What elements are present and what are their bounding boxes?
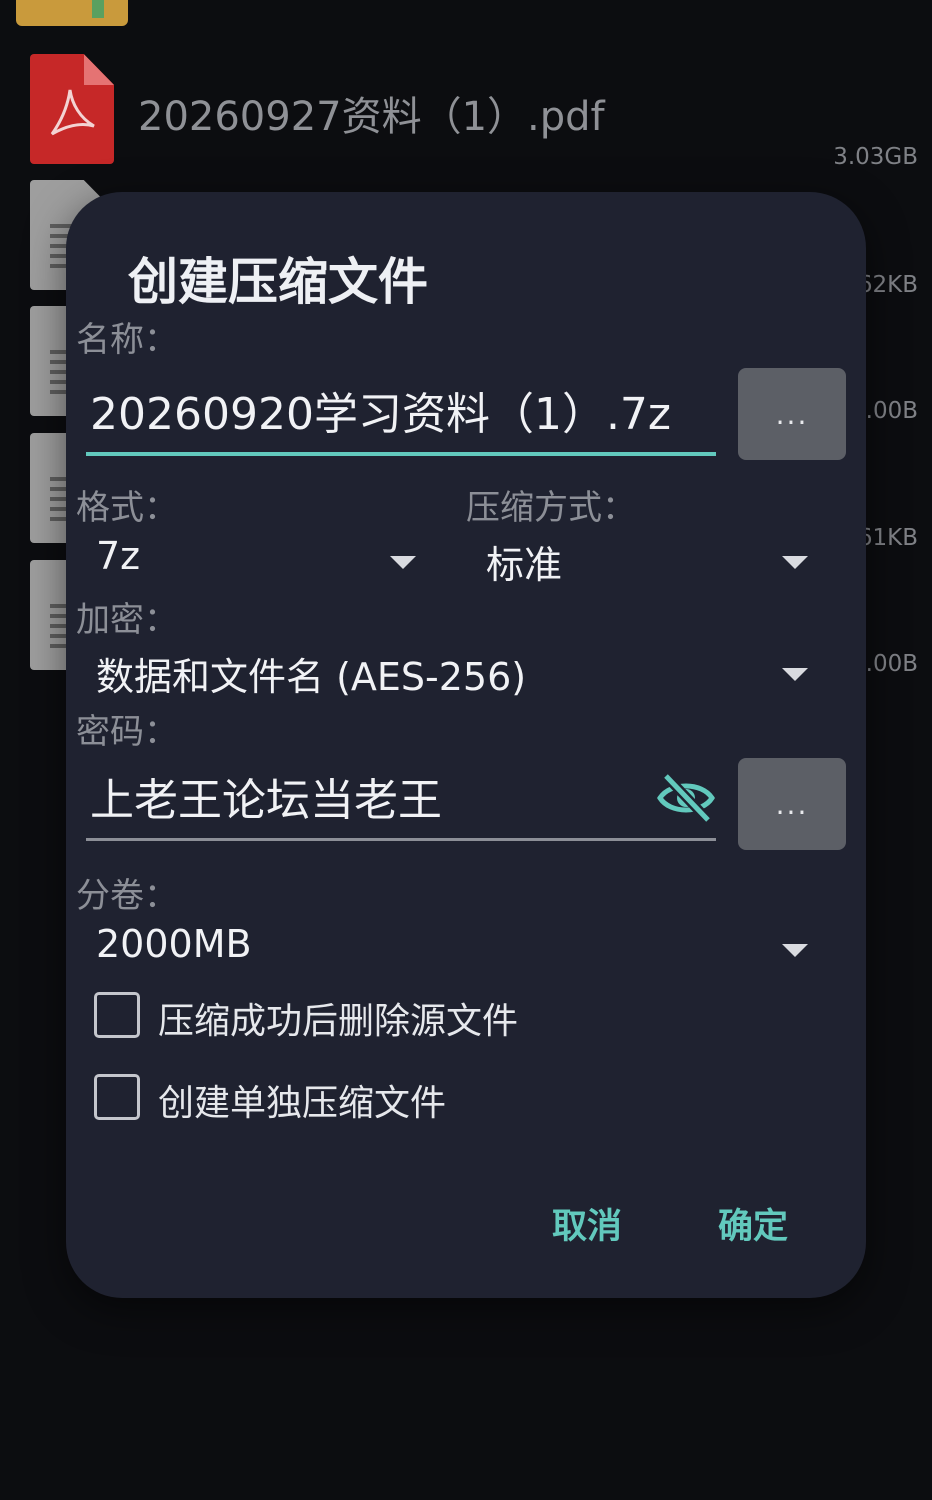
separate-archive-checkbox[interactable] bbox=[94, 1074, 140, 1120]
file-size: .00B bbox=[865, 398, 918, 424]
password-value: 上老王论坛当老王 bbox=[90, 775, 442, 826]
file-size: 3.03GB bbox=[833, 144, 918, 170]
file-size: .00B bbox=[865, 651, 918, 677]
create-archive-dialog: 创建压缩文件 名称： 20260920学习资料（1）.7z ... 格式： 压缩… bbox=[66, 192, 866, 1298]
separate-archive-label[interactable]: 创建单独压缩文件 bbox=[158, 1074, 446, 1126]
split-volume-select[interactable]: 2000MB bbox=[96, 916, 808, 976]
chevron-down-icon bbox=[782, 556, 808, 569]
format-value: 7z bbox=[96, 534, 141, 578]
eye-off-icon[interactable] bbox=[656, 772, 716, 828]
password-input[interactable]: 上老王论坛当老王 bbox=[86, 764, 716, 841]
file-size: 61KB bbox=[857, 525, 918, 551]
browse-button[interactable]: ... bbox=[738, 368, 846, 460]
password-options-button[interactable]: ... bbox=[738, 758, 846, 850]
split-volume-label: 分卷： bbox=[76, 876, 178, 916]
file-name[interactable]: 20260927资料（1）.pdf bbox=[138, 84, 605, 142]
archive-name-value: 20260920学习资料（1）.7z bbox=[90, 389, 672, 440]
encryption-select[interactable]: 数据和文件名 (AES-256) bbox=[96, 640, 808, 700]
encryption-label: 加密： bbox=[76, 600, 178, 640]
chevron-down-icon bbox=[390, 556, 416, 569]
delete-source-label[interactable]: 压缩成功后删除源文件 bbox=[158, 992, 518, 1044]
pdf-icon[interactable] bbox=[30, 54, 114, 164]
password-label: 密码： bbox=[76, 712, 178, 752]
cancel-button[interactable]: 取消 bbox=[552, 1198, 622, 1249]
format-select[interactable]: 7z bbox=[96, 528, 416, 588]
screen: 20260927资料（1）.pdf 3.03GB 62KB .00B 61KB … bbox=[0, 0, 932, 1500]
compression-method-select[interactable]: 标准 bbox=[486, 528, 808, 588]
chevron-down-icon bbox=[782, 668, 808, 681]
name-label: 名称： bbox=[76, 320, 178, 360]
encryption-value: 数据和文件名 (AES-256) bbox=[96, 655, 527, 699]
split-volume-value: 2000MB bbox=[96, 922, 252, 966]
file-size: 62KB bbox=[857, 272, 918, 298]
archive-name-input[interactable]: 20260920学习资料（1）.7z bbox=[86, 378, 716, 456]
chevron-down-icon bbox=[782, 944, 808, 957]
folder-icon[interactable] bbox=[16, 0, 128, 26]
ok-button[interactable]: 确定 bbox=[718, 1198, 788, 1249]
compression-method-label: 压缩方式： bbox=[466, 488, 636, 528]
delete-source-checkbox[interactable] bbox=[94, 992, 140, 1038]
format-label: 格式： bbox=[76, 488, 178, 528]
compression-method-value: 标准 bbox=[486, 543, 563, 587]
dialog-title: 创建压缩文件 bbox=[128, 253, 428, 311]
